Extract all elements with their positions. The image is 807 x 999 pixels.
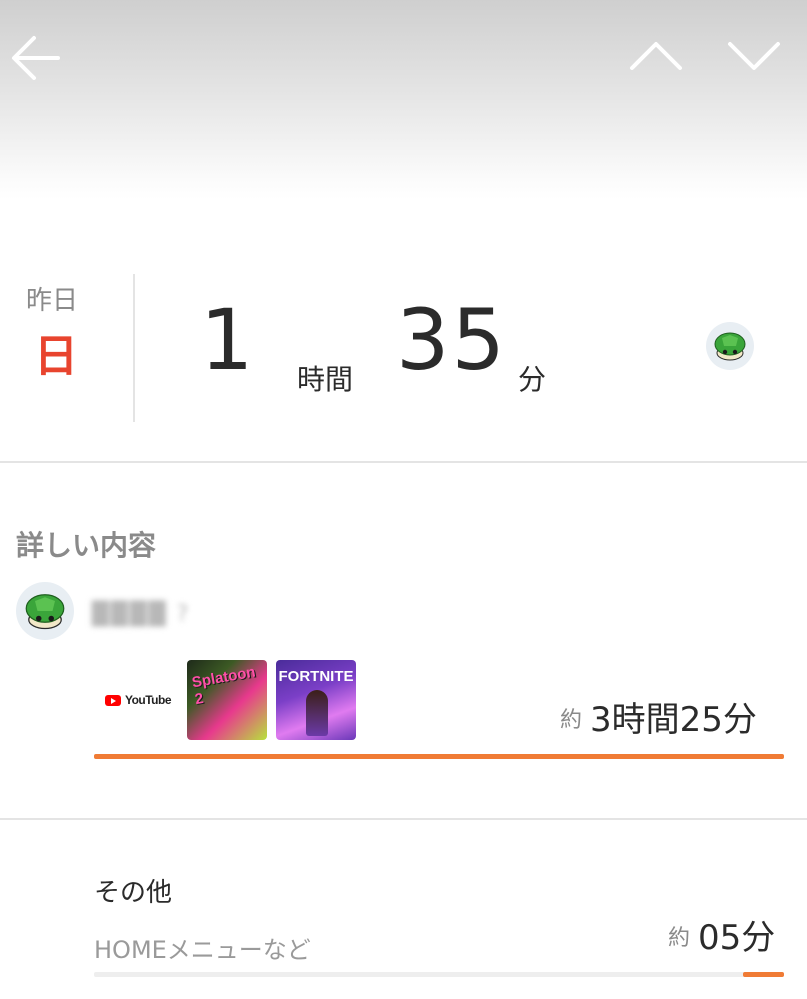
user-time-bar	[94, 754, 784, 759]
divider	[0, 461, 807, 463]
other-time-bar	[94, 972, 784, 977]
other-time-bar-fill	[742, 972, 784, 977]
splatoon-label: Splatoon 2	[190, 663, 257, 709]
youtube-logo-icon	[104, 694, 121, 706]
approx-label: 約	[560, 708, 583, 733]
hours-value: 1	[200, 291, 256, 389]
daily-summary: 昨日 日 1 時間 35 分	[0, 270, 807, 422]
user-avatar	[16, 582, 74, 640]
next-day-button[interactable]	[726, 34, 782, 78]
chevron-down-icon	[728, 42, 780, 70]
user-name: ████ ?	[92, 602, 191, 627]
back-button[interactable]	[8, 30, 64, 86]
green-shell-icon	[714, 332, 746, 361]
other-subtitle: HOMEメニューなど	[94, 936, 311, 964]
green-shell-icon	[25, 594, 65, 630]
divider	[0, 818, 807, 820]
hours-unit: 時間	[297, 363, 354, 396]
approx-label: 約	[668, 926, 691, 951]
section-title: 詳しい内容	[16, 529, 157, 562]
minutes-value: 35	[396, 291, 507, 389]
previous-day-button[interactable]	[628, 34, 684, 78]
day-label: 昨日	[26, 286, 79, 316]
user-time-bar-fill	[94, 754, 784, 759]
day-of-week: 日	[34, 331, 78, 382]
other-time: 05分	[698, 918, 776, 958]
chevron-up-icon	[630, 42, 682, 70]
minutes-unit: 分	[518, 363, 547, 396]
fortnite-app-icon: FORTNITE	[276, 660, 356, 740]
user-total-time: 3時間25分	[590, 700, 757, 740]
user-avatar-small	[706, 322, 754, 370]
top-bar	[0, 0, 807, 200]
splatoon-app-icon: Splatoon 2	[187, 660, 267, 740]
other-title: その他	[94, 878, 173, 908]
vertical-divider	[133, 274, 135, 422]
youtube-label: YouTube	[124, 693, 172, 707]
youtube-app-icon: YouTube	[100, 660, 176, 740]
fortnite-character	[306, 690, 328, 736]
arrow-left-icon	[12, 36, 60, 80]
fortnite-label: FORTNITE	[278, 668, 354, 685]
